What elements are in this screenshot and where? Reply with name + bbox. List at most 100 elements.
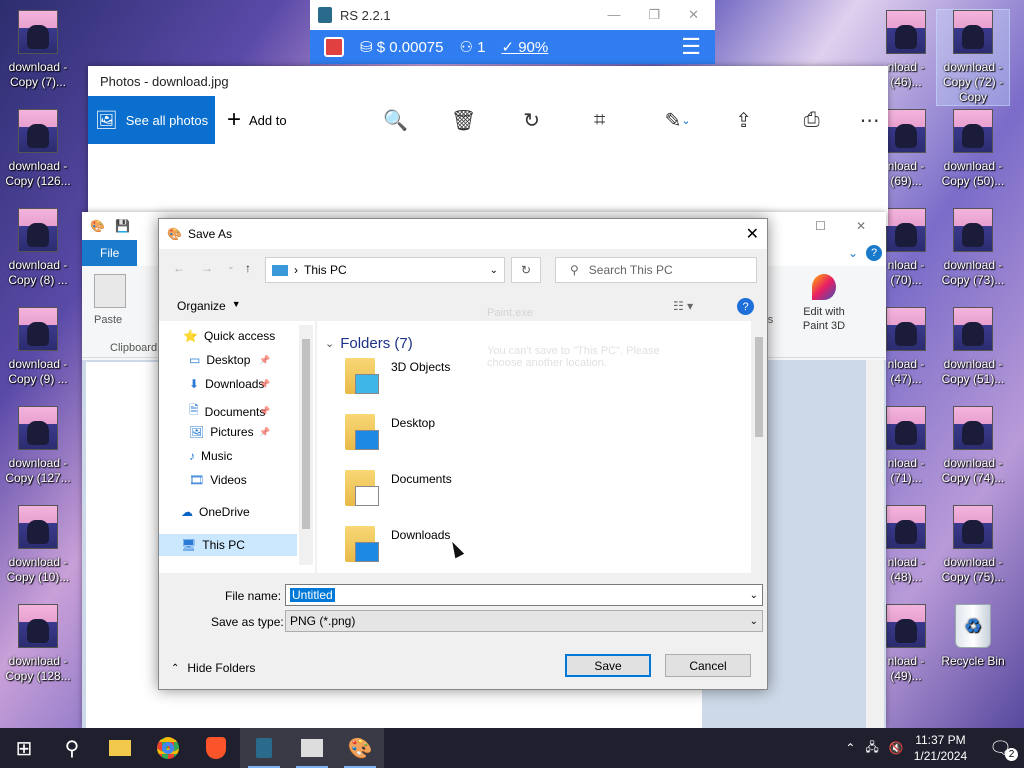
chevron-down-icon[interactable]: ⌄	[490, 265, 498, 276]
forward-icon[interactable]: →	[201, 261, 213, 275]
image-thumbnail-icon	[953, 406, 993, 450]
nav-item-label: This PC	[202, 538, 245, 552]
file-name-label: File name:	[225, 589, 282, 603]
volume-icon[interactable]: 🔇	[889, 741, 904, 755]
see-all-photos-button[interactable]: 🖼 See all photos	[88, 96, 215, 144]
share-icon[interactable]: ⇪	[727, 103, 761, 137]
image-thumbnail-icon	[886, 406, 926, 450]
desktop-icon-label: nload - (47)...	[887, 357, 925, 386]
recent-chevron-icon[interactable]: ⌄	[227, 261, 235, 272]
chevron-down-icon[interactable]: ⌄	[750, 590, 758, 601]
chrome-icon[interactable]	[144, 728, 192, 768]
nav-item-quick-access[interactable]: ⭐ Quick access	[183, 329, 275, 343]
desktop-file-icon[interactable]: download - Copy (75)...	[937, 505, 1009, 585]
chevron-down-icon[interactable]: ⌄	[848, 246, 858, 260]
image-thumbnail-icon	[886, 307, 926, 351]
image-thumbnail-icon	[953, 307, 993, 351]
clock[interactable]: 11:37 PM 1/21/2024	[914, 732, 967, 764]
stop-button[interactable]	[324, 37, 344, 57]
file-name-input[interactable]: Untitled ⌄	[285, 584, 763, 606]
nav-item-downloads[interactable]: ⬇ Downloads 📌	[189, 377, 270, 391]
rotate-icon[interactable]: ↻	[515, 103, 549, 137]
desktop-file-icon[interactable]: download - Copy (72) - Copy	[936, 9, 1010, 106]
help-icon[interactable]: ?	[737, 298, 754, 315]
file-explorer-icon[interactable]	[96, 728, 144, 768]
refresh-button[interactable]: ↻	[511, 257, 541, 283]
save-icon[interactable]: 💾	[115, 219, 130, 233]
tray-chevron-icon[interactable]: ⌃	[845, 741, 855, 755]
save-button[interactable]: Save	[565, 654, 651, 677]
rs-percent[interactable]: ✓ 90%	[501, 38, 548, 56]
folder-item[interactable]: 3D Objects	[345, 349, 545, 399]
delete-icon[interactable]: 🗑	[447, 103, 481, 137]
desktop-file-icon[interactable]: download - Copy (10)...	[2, 505, 74, 585]
desktop-icon-label: download - Copy (7)...	[8, 60, 68, 89]
desktop-file-icon[interactable]: download - Copy (128...	[2, 604, 74, 684]
start-button[interactable]: ⊞	[0, 728, 48, 768]
search-box[interactable]: ⚲ Search This PC	[555, 257, 757, 283]
nav-item-videos[interactable]: 🎞 Videos	[189, 473, 247, 487]
hide-folders-button[interactable]: ⌃ Hide Folders	[171, 661, 255, 675]
desktop-file-icon[interactable]: download - Copy (126...	[2, 109, 74, 189]
nav-item-onedrive[interactable]: ☁ OneDrive	[181, 505, 250, 519]
paint-taskbar-icon[interactable]: 🎨	[336, 728, 384, 768]
desktop-file-icon[interactable]: download - Copy (7)...	[2, 10, 74, 90]
cancel-button[interactable]: Cancel	[665, 654, 751, 677]
folder-item[interactable]: Desktop	[345, 405, 545, 455]
address-bar[interactable]: › This PC ⌄	[265, 257, 505, 283]
folder-label: 3D Objects	[391, 360, 451, 374]
desktop-file-icon[interactable]: download - Copy (51)...	[937, 307, 1009, 387]
folder-item[interactable]: Downloads	[345, 517, 545, 567]
desktop-file-icon[interactable]: download - Copy (8) ...	[2, 208, 74, 288]
zoom-icon[interactable]: 🔍	[379, 103, 413, 137]
save-as-type-select[interactable]: PNG (*.png) ⌄	[285, 610, 763, 632]
brave-icon[interactable]	[192, 728, 240, 768]
photos-taskbar-icon[interactable]	[288, 728, 336, 768]
desktop-icon-label: download - Copy (10)...	[6, 555, 70, 584]
desktop-file-icon[interactable]: download - Copy (73)...	[937, 208, 1009, 288]
maximize-icon[interactable]: ❐	[648, 7, 660, 23]
back-icon[interactable]: ←	[173, 261, 185, 275]
paste-icon[interactable]	[94, 274, 126, 308]
up-icon[interactable]: ↑	[245, 261, 251, 275]
edit-icon[interactable]: ✎ ⌄	[655, 103, 701, 137]
nav-scrollbar[interactable]	[299, 325, 313, 565]
edit-paint3d-button[interactable]: Edit with Paint 3D	[794, 274, 854, 332]
save-as-dialog: 🎨 Save As ✕ ← → ⌄ ↑ › This PC ⌄ ↻ ⚲ Sear…	[158, 218, 768, 690]
close-icon[interactable]: ✕	[746, 224, 759, 244]
recycle-bin-icon[interactable]: ♻ Recycle Bin	[937, 604, 1009, 669]
nav-item-this-pc[interactable]: 🖥 This PC	[159, 534, 297, 556]
desktop-file-icon[interactable]: download - Copy (74)...	[937, 406, 1009, 486]
close-icon[interactable]: ✕	[688, 7, 699, 23]
file-tab[interactable]: File	[82, 240, 138, 266]
minimize-icon[interactable]: —	[607, 7, 620, 23]
desktop-icon-label: download - Copy (72) - Copy	[942, 60, 1004, 104]
desktop-file-icon[interactable]: download - Copy (9) ...	[2, 307, 74, 387]
pictures-icon: 🖼	[189, 425, 205, 439]
nav-item-pictures[interactable]: 🖼 Pictures 📌	[189, 425, 270, 439]
notifications-icon[interactable]: 🗨 2	[989, 738, 1018, 761]
vertical-scrollbar[interactable]	[866, 360, 884, 728]
nav-item-documents[interactable]: 🗎 Documents 📌	[189, 401, 270, 422]
paint-icon: 🎨	[90, 219, 105, 233]
close-icon[interactable]: ✕	[856, 219, 866, 233]
rs-taskbar-icon[interactable]	[240, 728, 288, 768]
folder-item[interactable]: Documents	[345, 461, 545, 511]
hamburger-menu-icon[interactable]: ☰	[681, 34, 701, 60]
search-icon[interactable]: ⚲	[48, 728, 96, 768]
desktop-file-icon[interactable]: download - Copy (50)...	[937, 109, 1009, 189]
navigation-pane: ⭐ Quick access ▭ Desktop 📌 ⬇ Downloads 📌 🗎 Docume…	[159, 321, 315, 573]
help-icon[interactable]: ?	[866, 245, 882, 261]
organize-button[interactable]: Organize ▼	[177, 299, 241, 313]
chevron-down-icon: ⌄	[325, 338, 335, 350]
network-icon[interactable]: 🖧	[865, 738, 878, 759]
maximize-icon[interactable]: ☐	[815, 219, 826, 233]
print-icon[interactable]: ⎙	[795, 103, 829, 137]
more-icon[interactable]: ⋯	[853, 103, 887, 137]
content-scrollbar[interactable]	[751, 321, 767, 573]
desktop-file-icon[interactable]: download - Copy (127...	[2, 406, 74, 486]
nav-item-desktop[interactable]: ▭ Desktop 📌	[189, 353, 270, 367]
crop-icon[interactable]: ⌗	[583, 103, 617, 137]
add-to-button[interactable]: + Add to	[215, 106, 287, 134]
nav-item-music[interactable]: ♪ Music	[189, 449, 232, 463]
